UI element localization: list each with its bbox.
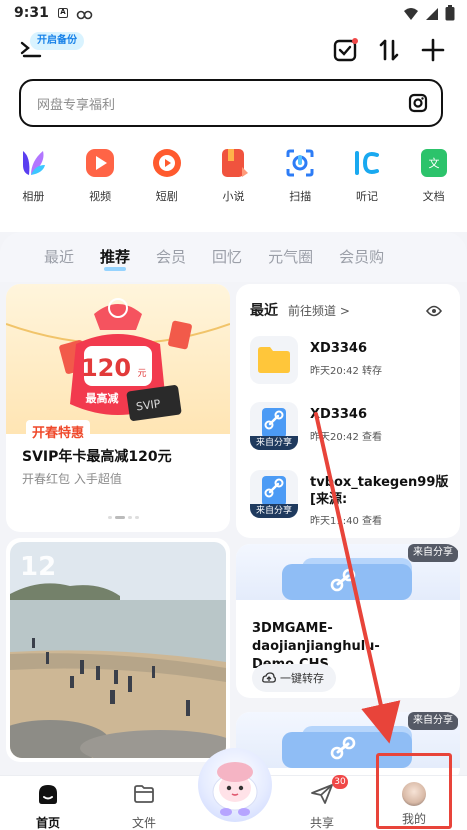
annotation-arrow bbox=[314, 412, 401, 744]
annotation-highlight-box bbox=[376, 753, 452, 829]
